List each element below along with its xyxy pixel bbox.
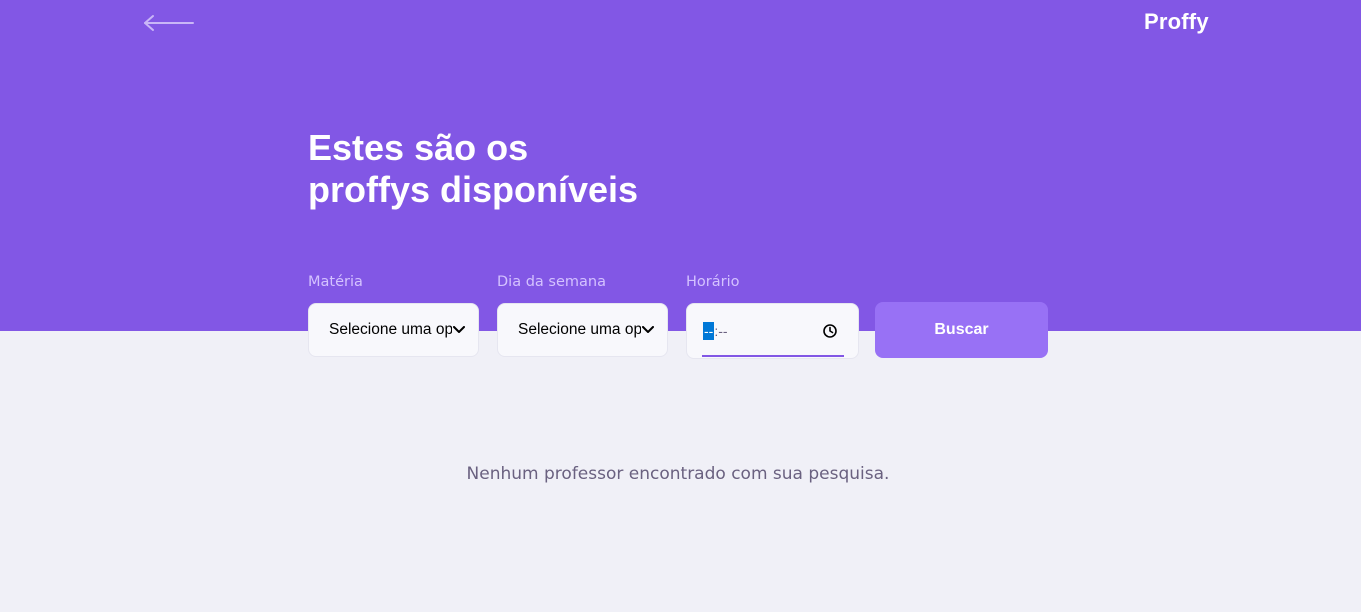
subject-select-value: Selecione uma opção [329, 321, 452, 338]
time-hours-segment[interactable]: -- [703, 322, 715, 340]
search-button[interactable]: Buscar [875, 302, 1048, 358]
empty-results-message: Nenhum professor encontrado com sua pesq… [466, 464, 890, 484]
clock-icon[interactable] [822, 323, 838, 339]
time-label: Horário [686, 274, 740, 290]
time-input-value: -- : -- [703, 322, 728, 340]
logo: Proffy [1144, 9, 1209, 34]
arrow-left-icon [144, 15, 194, 31]
page-title: Estes são os proffys disponíveis [308, 127, 728, 211]
page-title-line-1: Estes são os [308, 127, 529, 168]
page-header: Proffy Estes são os proffys disponíveis [0, 0, 1361, 331]
weekday-label: Dia da semana [497, 274, 606, 290]
time-input[interactable]: -- : -- [686, 303, 859, 359]
time-input-focus-indicator [702, 355, 844, 357]
chevron-down-icon [452, 323, 466, 337]
time-minutes-segment[interactable]: -- [718, 323, 727, 339]
subject-select[interactable]: Selecione uma opção [308, 303, 479, 357]
page-title-line-2: proffys disponíveis [308, 169, 639, 210]
chevron-down-icon [641, 323, 655, 337]
subject-label: Matéria [308, 274, 363, 290]
back-link[interactable] [142, 12, 196, 34]
weekday-select-value: Selecione uma opção [518, 321, 641, 338]
weekday-select[interactable]: Selecione uma opção [497, 303, 668, 357]
